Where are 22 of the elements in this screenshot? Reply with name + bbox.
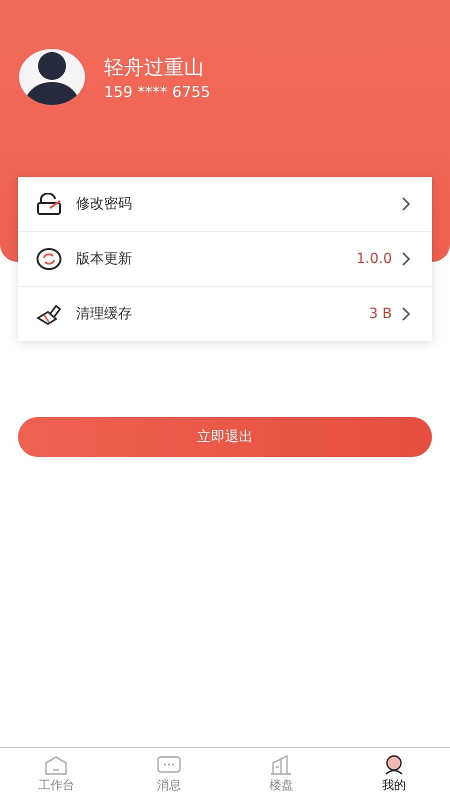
house-icon xyxy=(44,754,68,774)
menu-item[interactable]: 修改密码 xyxy=(18,177,432,232)
chevron-right-icon xyxy=(402,252,410,266)
tab[interactable]: 消息 xyxy=(112,748,225,800)
tab[interactable]: 我的 xyxy=(338,748,450,800)
building-icon xyxy=(269,754,294,774)
menu-value: 3 B xyxy=(369,306,392,322)
user-name: 轻舟过重山 xyxy=(104,54,205,80)
chevron-right-icon xyxy=(402,307,410,321)
refresh-icon xyxy=(36,248,62,270)
lock-icon xyxy=(36,193,62,215)
brush-icon xyxy=(36,303,62,325)
logout-button[interactable]: 立即退出 xyxy=(18,417,432,457)
menu-item[interactable]: 版本更新 1.0.0 xyxy=(18,232,432,287)
menu-item[interactable]: 清理缓存 3 B xyxy=(18,287,432,341)
chevron-right-icon xyxy=(402,197,410,211)
phone-number: 159 **** 6755 xyxy=(104,82,210,100)
avatar-icon xyxy=(18,48,86,106)
chat-icon xyxy=(156,754,181,774)
tab[interactable]: 楼盘 xyxy=(225,748,338,800)
tab[interactable]: 工作台 xyxy=(0,748,112,800)
menu-value: 1.0.0 xyxy=(356,251,392,267)
